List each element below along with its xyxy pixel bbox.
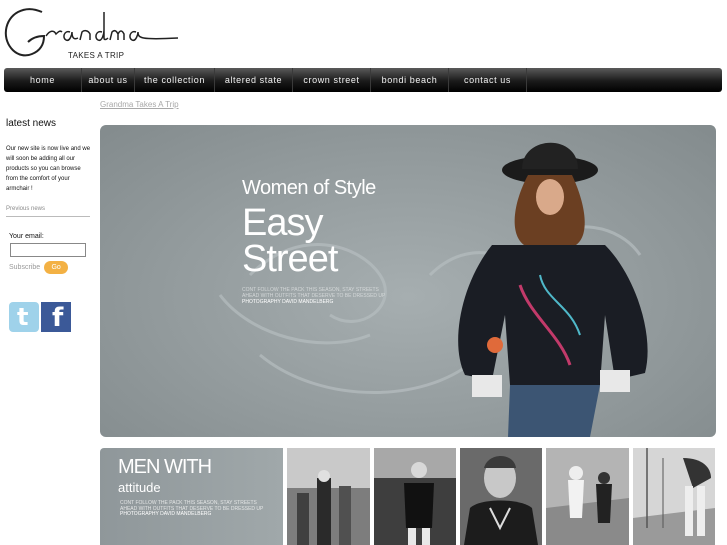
sidebar: latest news Our new site is now live and… (6, 118, 94, 333)
main-nav: home about us the collection altered sta… (4, 68, 722, 92)
nav-the-collection[interactable]: the collection (135, 68, 215, 92)
nav-contact-us[interactable]: contact us (449, 68, 527, 92)
twitter-glyph: t (17, 303, 29, 331)
subscribe-row: Subscribe Go (9, 261, 94, 274)
nav-home[interactable]: home (4, 68, 82, 92)
hero-photo-credit: PHOTOGRAPHY DAVID MANDELBERG (242, 299, 334, 305)
latest-news-heading: latest news (6, 118, 57, 129)
thumb-photo-4 (546, 448, 629, 545)
gallery-thumb-5[interactable] (633, 448, 715, 545)
twitter-icon[interactable]: t (9, 302, 39, 332)
men-photo-credit: PHOTOGRAPHY DAVID MANDELBERG (120, 511, 212, 517)
thumb-photo-3 (460, 448, 542, 545)
gallery-thumb-3[interactable] (460, 448, 542, 545)
facebook-glyph: f (52, 303, 64, 333)
facebook-icon[interactable]: f (41, 302, 71, 333)
nav-about-us[interactable]: about us (82, 68, 135, 92)
hero-title: Women of Style (242, 177, 376, 199)
men-subtitle: attitude (118, 480, 161, 495)
hero-banner[interactable]: Women of Style Easy Street CONT FOLLOW T… (100, 125, 716, 437)
hero-description: CONT FOLLOW THE PACK THIS SEASON, STAY S… (242, 287, 386, 299)
logo[interactable]: TAKES A TRIP (2, 2, 192, 66)
gallery-thumb-4[interactable] (546, 448, 629, 545)
go-button[interactable]: Go (44, 261, 69, 274)
news-text: Our new site is now live and we will soo… (6, 146, 91, 192)
breadcrumb[interactable]: Grandma Takes A Trip (100, 100, 179, 109)
social-links: t f (9, 302, 94, 333)
email-input[interactable] (10, 243, 86, 257)
men-title: MEN WITH (118, 456, 212, 478)
nav-bondi-beach[interactable]: bondi beach (371, 68, 449, 92)
gallery-thumb-2[interactable] (374, 448, 456, 545)
thumb-photo-5 (633, 448, 715, 545)
thumb-photo-1 (287, 448, 370, 545)
hero-headline: Easy Street (242, 202, 338, 280)
email-label: Your email: (9, 233, 44, 240)
model-photo (458, 142, 648, 437)
logo-tagline: TAKES A TRIP (68, 51, 125, 60)
men-banner[interactable]: MEN WITH attitude CONT FOLLOW THE PACK T… (100, 448, 283, 545)
nav-crown-street[interactable]: crown street (293, 68, 371, 92)
nav-altered-state[interactable]: altered state (215, 68, 293, 92)
thumb-photo-2 (374, 448, 456, 545)
previous-news-link[interactable]: Previous news (6, 206, 90, 217)
subscribe-label: Subscribe (9, 264, 41, 271)
gallery-thumb-1[interactable] (287, 448, 370, 545)
